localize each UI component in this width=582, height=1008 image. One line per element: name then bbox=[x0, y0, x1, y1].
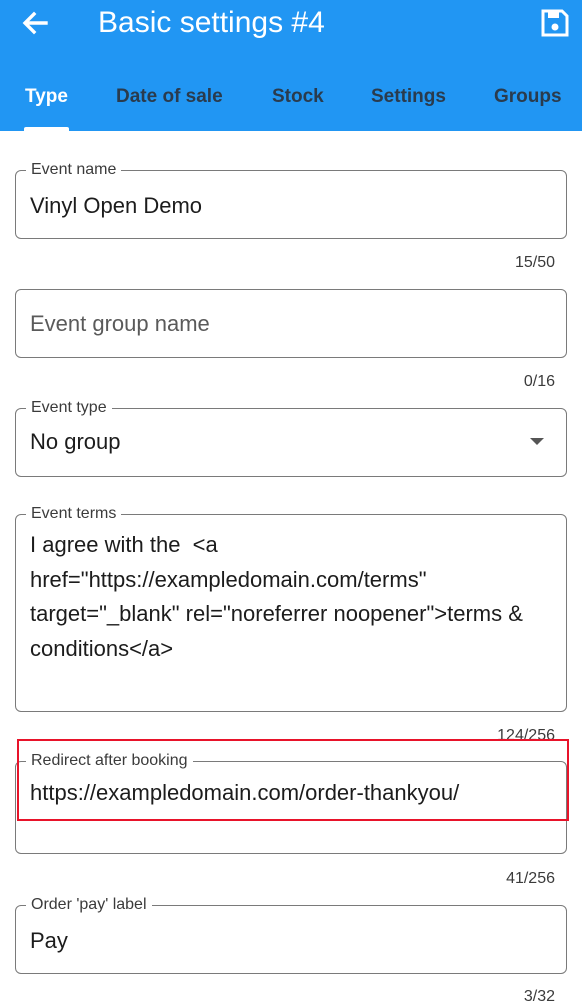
highlight-box bbox=[17, 739, 569, 821]
order-pay-label-counter: 3/32 bbox=[523, 988, 555, 1005]
page-title: Basic settings #4 bbox=[98, 6, 325, 39]
event-terms-label: Event terms bbox=[26, 504, 122, 524]
event-type-dropdown[interactable]: Event type No group bbox=[15, 398, 567, 477]
event-name-counter: 15/50 bbox=[514, 254, 555, 271]
app-bar: Basic settings #4 Type Date of sale Stoc… bbox=[0, 0, 582, 131]
event-type-label: Event type bbox=[26, 398, 112, 418]
order-pay-label-label: Order 'pay' label bbox=[26, 895, 152, 915]
floppy-disk-icon bbox=[541, 9, 569, 37]
tab-settings[interactable]: Settings bbox=[371, 84, 446, 110]
event-terms-field[interactable]: Event terms I agree with the <a href="ht… bbox=[15, 504, 567, 712]
tab-groups[interactable]: Groups bbox=[494, 84, 562, 110]
dropdown-arrow-icon bbox=[530, 438, 544, 445]
tab-stock[interactable]: Stock bbox=[272, 84, 324, 110]
event-name-value: Vinyl Open Demo bbox=[30, 193, 203, 218]
event-group-name-field[interactable]: Event group name bbox=[15, 289, 567, 358]
event-name-label: Event name bbox=[26, 160, 122, 180]
tab-bar: Type Date of sale Stock Settings Groups bbox=[0, 72, 582, 131]
redirect-counter: 41/256 bbox=[506, 870, 555, 887]
event-group-name-placeholder: Event group name bbox=[30, 311, 210, 336]
arrow-left-icon bbox=[22, 11, 48, 35]
tab-date-of-sale[interactable]: Date of sale bbox=[116, 84, 223, 110]
event-terms-value: I agree with the <a href="https://exampl… bbox=[30, 532, 530, 661]
event-name-field[interactable]: Event name Vinyl Open Demo bbox=[15, 160, 567, 239]
order-pay-label-value: Pay bbox=[30, 928, 68, 953]
active-tab-indicator bbox=[24, 127, 69, 131]
tab-type[interactable]: Type bbox=[25, 84, 68, 110]
order-pay-label-field[interactable]: Order 'pay' label Pay bbox=[15, 895, 567, 974]
save-button[interactable] bbox=[540, 8, 570, 38]
back-button[interactable] bbox=[18, 6, 52, 40]
event-type-value: No group bbox=[30, 429, 121, 454]
event-group-name-counter: 0/16 bbox=[523, 373, 555, 390]
